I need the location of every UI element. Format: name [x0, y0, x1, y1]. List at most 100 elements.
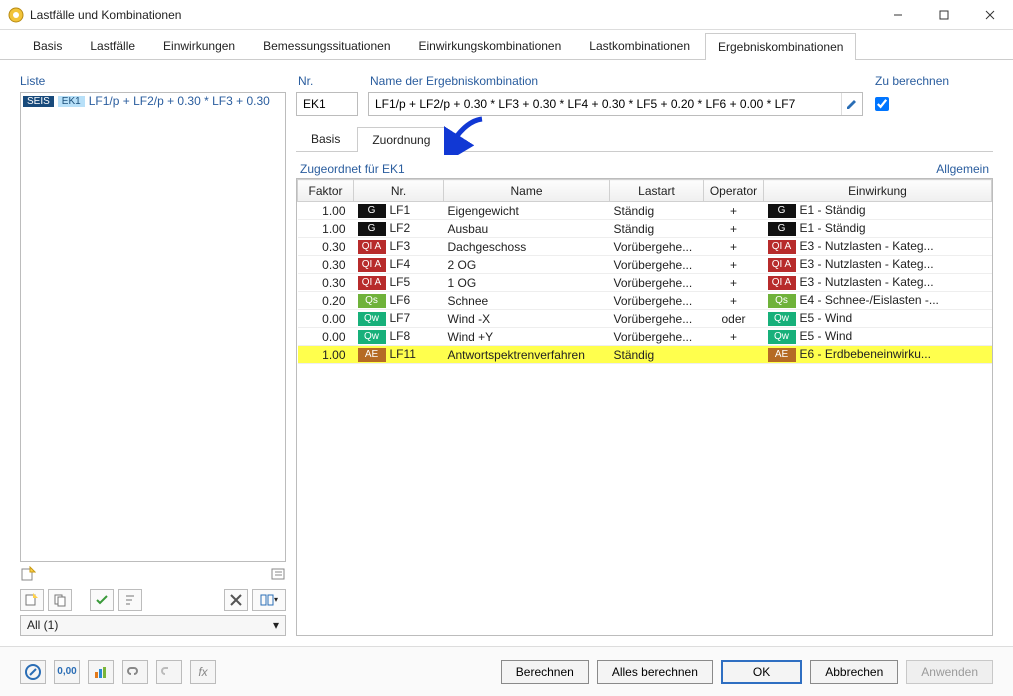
calc-checkbox[interactable] — [875, 97, 889, 111]
cell-faktor: 0.30 — [298, 238, 354, 256]
assigned-title: Zugeordnet für EK1 — [300, 162, 936, 176]
link-button[interactable] — [122, 660, 148, 684]
table-row[interactable]: 0.30QI ALF42 OGVorübergehe...+QI AE3 - N… — [298, 256, 992, 274]
cell-faktor: 0.00 — [298, 310, 354, 328]
assigned-grid[interactable]: Faktor Nr. Name Lastart Operator Einwirk… — [296, 178, 993, 636]
lf-badge: QI A — [358, 258, 386, 272]
ok-button[interactable]: OK — [721, 660, 802, 684]
cell-faktor: 1.00 — [298, 220, 354, 238]
delete-button[interactable] — [224, 589, 248, 611]
subtab-basis[interactable]: Basis — [296, 126, 355, 151]
new-icon[interactable] — [20, 566, 36, 585]
tab-einwirkungskombinationen[interactable]: Einwirkungskombinationen — [406, 32, 575, 59]
cell-nr: QI ALF3 — [354, 238, 444, 256]
columns-button[interactable]: ▾ — [252, 589, 286, 611]
chart-button[interactable] — [88, 660, 114, 684]
edit-name-icon[interactable] — [841, 93, 862, 115]
ein-badge: Qs — [768, 294, 796, 308]
col-einwirkung[interactable]: Einwirkung — [764, 180, 992, 202]
name-label: Name der Ergebniskombination — [368, 70, 863, 92]
col-faktor[interactable]: Faktor — [298, 180, 354, 202]
col-lastart[interactable]: Lastart — [610, 180, 704, 202]
cell-einwirkung: QwE5 - Wind — [764, 328, 992, 346]
cell-faktor: 0.20 — [298, 292, 354, 310]
lf-badge: Qw — [358, 312, 386, 326]
cell-nr: QI ALF4 — [354, 256, 444, 274]
anwenden-button[interactable]: Anwenden — [906, 660, 993, 684]
alles-berechnen-button[interactable]: Alles berechnen — [597, 660, 713, 684]
cell-lastart: Vorübergehe... — [610, 274, 704, 292]
berechnen-button[interactable]: Berechnen — [501, 660, 589, 684]
cell-einwirkung: QI AE3 - Nutzlasten - Kateg... — [764, 256, 992, 274]
calc-label: Zu berechnen — [873, 70, 993, 92]
abbrechen-button[interactable]: Abbrechen — [810, 660, 898, 684]
cell-operator: + — [704, 238, 764, 256]
unlink-button[interactable] — [156, 660, 182, 684]
tab-lastfaelle[interactable]: Lastfälle — [77, 32, 148, 59]
table-row[interactable]: 0.30QI ALF51 OGVorübergehe...+QI AE3 - N… — [298, 274, 992, 292]
copy-button[interactable] — [48, 589, 72, 611]
cell-name: 1 OG — [444, 274, 610, 292]
cell-nr: AELF11 — [354, 346, 444, 364]
cell-name: Antwortspektrenverfahren — [444, 346, 610, 364]
tab-bemessungssituationen[interactable]: Bemessungssituationen — [250, 32, 403, 59]
col-name[interactable]: Name — [444, 180, 610, 202]
cell-name: Eigengewicht — [444, 202, 610, 220]
cell-lastart: Ständig — [610, 220, 704, 238]
cell-faktor: 1.00 — [298, 202, 354, 220]
tab-basis[interactable]: Basis — [20, 32, 75, 59]
table-row[interactable]: 0.30QI ALF3DachgeschossVorübergehe...+QI… — [298, 238, 992, 256]
cell-operator: + — [704, 220, 764, 238]
help-button[interactable] — [20, 660, 46, 684]
table-row[interactable]: 1.00AELF11AntwortspektrenverfahrenStändi… — [298, 346, 992, 364]
cell-faktor: 0.00 — [298, 328, 354, 346]
seis-tag: SEIS — [23, 96, 54, 107]
tab-ergebniskombinationen[interactable]: Ergebniskombinationen — [705, 33, 856, 60]
close-button[interactable] — [967, 0, 1013, 30]
lf-badge: Qw — [358, 330, 386, 344]
nr-label: Nr. — [296, 70, 358, 92]
check-button[interactable] — [90, 589, 114, 611]
tab-lastkombinationen[interactable]: Lastkombinationen — [576, 32, 703, 59]
sub-tabbar: Basis Zuordnung — [296, 124, 993, 152]
table-row[interactable]: 1.00GLF2AusbauStändig+GE1 - Ständig — [298, 220, 992, 238]
pointer-arrow-icon — [444, 115, 484, 155]
list-item[interactable]: SEIS EK1 LF1/p + LF2/p + 0.30 * LF3 + 0.… — [21, 93, 285, 109]
sort-button[interactable] — [118, 589, 142, 611]
filter-dropdown[interactable]: All (1) ▾ — [20, 615, 286, 636]
cell-einwirkung: QI AE3 - Nutzlasten - Kateg... — [764, 238, 992, 256]
tab-einwirkungen[interactable]: Einwirkungen — [150, 32, 248, 59]
table-row[interactable]: 0.00QwLF8Wind +YVorübergehe...+QwE5 - Wi… — [298, 328, 992, 346]
cell-name: Ausbau — [444, 220, 610, 238]
cell-lastart: Vorübergehe... — [610, 292, 704, 310]
table-row[interactable]: 0.20QsLF6SchneeVorübergehe...+QsE4 - Sch… — [298, 292, 992, 310]
cell-faktor: 0.30 — [298, 274, 354, 292]
app-icon — [8, 7, 24, 23]
subtab-zuordnung[interactable]: Zuordnung — [357, 127, 445, 152]
cell-nr: QwLF7 — [354, 310, 444, 328]
filter-label: All (1) — [27, 618, 58, 632]
list-box[interactable]: SEIS EK1 LF1/p + LF2/p + 0.30 * LF3 + 0.… — [20, 92, 286, 562]
new-button[interactable] — [20, 589, 44, 611]
ek-pill: EK1 — [58, 96, 85, 107]
cell-einwirkung: GE1 - Ständig — [764, 202, 992, 220]
options-icon[interactable] — [270, 566, 286, 585]
col-operator[interactable]: Operator — [704, 180, 764, 202]
table-row[interactable]: 1.00GLF1EigengewichtStändig+GE1 - Ständi… — [298, 202, 992, 220]
cell-einwirkung: AEE6 - Erdbebeneinwirku... — [764, 346, 992, 364]
minimize-button[interactable] — [875, 0, 921, 30]
maximize-button[interactable] — [921, 0, 967, 30]
col-nr[interactable]: Nr. — [354, 180, 444, 202]
lf-badge: Qs — [358, 294, 386, 308]
ein-badge: Qw — [768, 312, 796, 326]
ein-badge: Qw — [768, 330, 796, 344]
cell-einwirkung: GE1 - Ständig — [764, 220, 992, 238]
fx-button[interactable]: fx — [190, 660, 216, 684]
nr-input[interactable] — [297, 97, 357, 111]
name-input[interactable] — [369, 97, 841, 111]
allgemein-link[interactable]: Allgemein — [936, 162, 989, 176]
cell-lastart: Vorübergehe... — [610, 238, 704, 256]
units-button[interactable]: 0,00 — [54, 660, 80, 684]
table-row[interactable]: 0.00QwLF7Wind -XVorübergehe...oderQwE5 -… — [298, 310, 992, 328]
ein-badge: G — [768, 204, 796, 218]
